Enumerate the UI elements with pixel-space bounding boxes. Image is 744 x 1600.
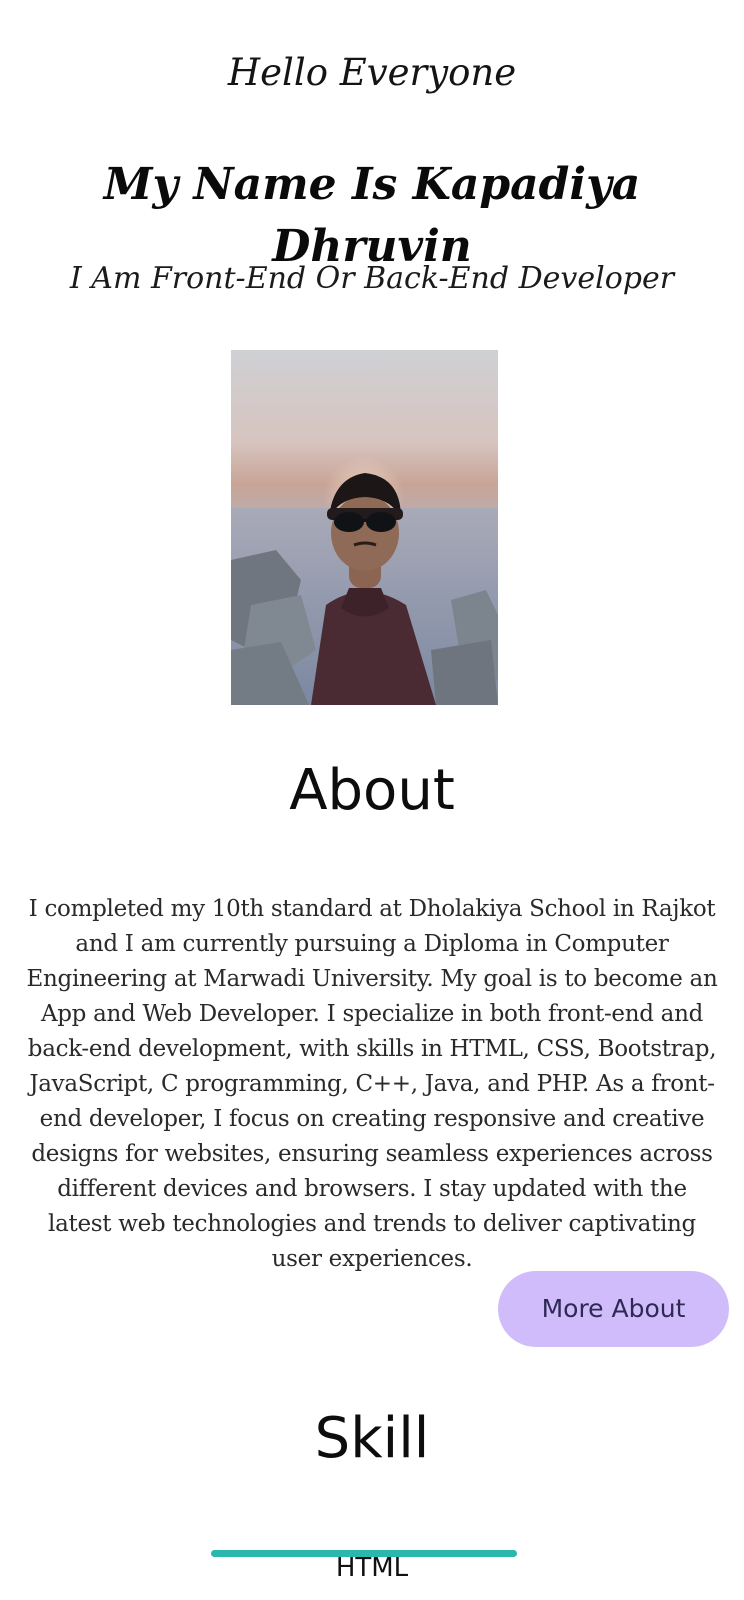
skill-label-html: HTML	[335, 1553, 409, 1583]
skill-heading: Skill	[314, 1406, 430, 1471]
hero-greeting: Hello Everyone	[227, 51, 517, 94]
hero-role: I Am Front-End Or Back-End Developer	[69, 261, 675, 296]
about-heading: About	[289, 758, 455, 823]
about-text: I completed my 10th standard at Dholakiy…	[26, 896, 718, 1272]
more-about-button[interactable]: More About	[498, 1271, 729, 1347]
profile-photo	[231, 350, 498, 705]
